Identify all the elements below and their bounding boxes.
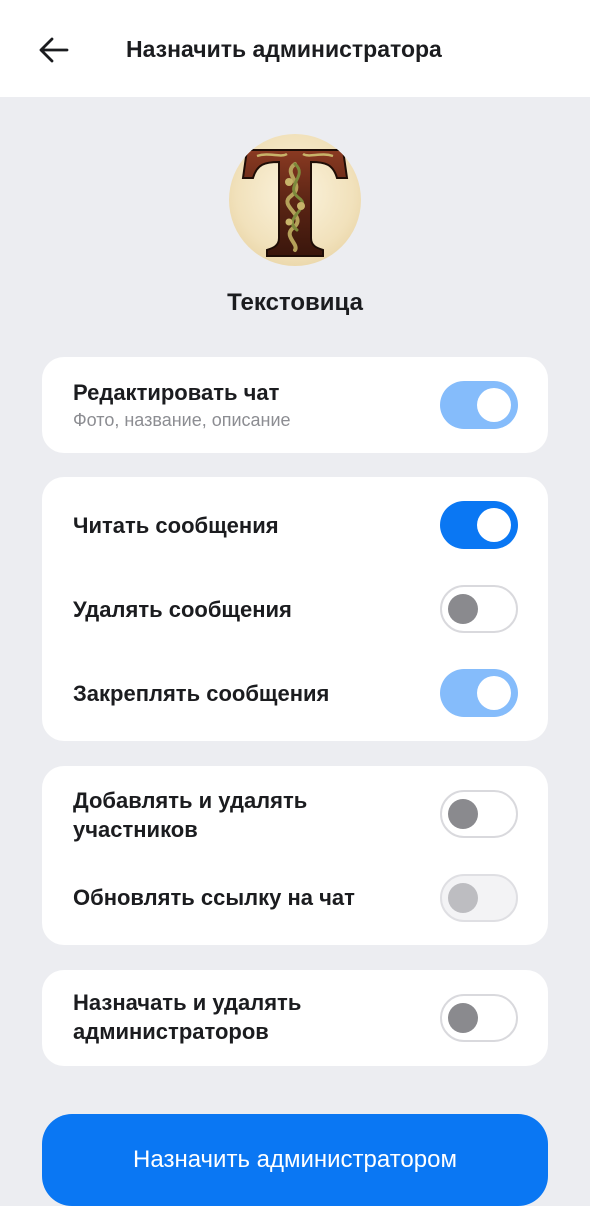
permission-row-edit-chat[interactable]: Редактировать чат Фото, название, описан…: [42, 357, 548, 453]
toggle-read-messages[interactable]: [440, 501, 518, 549]
permissions-group-members: Добавлять и удалять участников Обновлять…: [42, 766, 548, 945]
permission-label-line-2: участников: [73, 817, 198, 842]
permission-label-line-1: Назначать и удалять: [73, 990, 302, 1015]
chat-avatar: [229, 134, 361, 266]
permissions-group-messages: Читать сообщения Удалять сообщения Закре…: [42, 477, 548, 741]
permission-subtitle: Фото, название, описание: [73, 410, 291, 430]
permission-row-read-messages[interactable]: Читать сообщения: [42, 477, 548, 573]
toggle-manage-admins[interactable]: [440, 994, 518, 1042]
toggle-delete-messages[interactable]: [440, 585, 518, 633]
permission-label: Обновлять ссылку на чат: [73, 885, 355, 910]
permission-label: Редактировать чат: [73, 380, 280, 405]
toggle-knob: [477, 508, 511, 542]
toggle-edit-chat[interactable]: [440, 381, 518, 429]
permissions-group-admins: Назначать и удалять администраторов: [42, 970, 548, 1066]
permission-label: Читать сообщения: [73, 513, 279, 538]
toggle-pin-messages[interactable]: [440, 669, 518, 717]
permission-row-delete-messages[interactable]: Удалять сообщения: [42, 573, 548, 645]
toggle-knob: [448, 799, 478, 829]
permission-label-line-2: администраторов: [73, 1019, 269, 1044]
back-button[interactable]: [30, 26, 78, 74]
toggle-knob: [448, 883, 478, 913]
top-bar: Назначить администратора: [0, 0, 590, 97]
permission-row-manage-admins[interactable]: Назначать и удалять администраторов: [42, 970, 548, 1066]
permission-label: Закреплять сообщения: [73, 681, 330, 706]
permission-row-update-link[interactable]: Обновлять ссылку на чат: [42, 862, 548, 945]
toggle-knob: [477, 676, 511, 710]
toggle-knob: [448, 594, 478, 624]
toggle-manage-members[interactable]: [440, 790, 518, 838]
permission-row-pin-messages[interactable]: Закреплять сообщения: [42, 645, 548, 741]
permission-label: Удалять сообщения: [73, 597, 292, 622]
toggle-knob: [448, 1003, 478, 1033]
arrow-left-icon: [39, 37, 69, 63]
chat-name: Текстовица: [227, 289, 363, 316]
toggle-knob: [477, 388, 511, 422]
assign-admin-button[interactable]: Назначить администратором: [42, 1114, 548, 1206]
ornate-letter-t-avatar: [241, 149, 349, 257]
toggle-update-link[interactable]: [440, 874, 518, 922]
permissions-group-chat: Редактировать чат Фото, название, описан…: [42, 357, 548, 453]
page-title: Назначить администратора: [126, 36, 442, 62]
permission-label-line-1: Добавлять и удалять: [73, 788, 308, 813]
permission-row-manage-members[interactable]: Добавлять и удалять участников: [42, 766, 548, 862]
